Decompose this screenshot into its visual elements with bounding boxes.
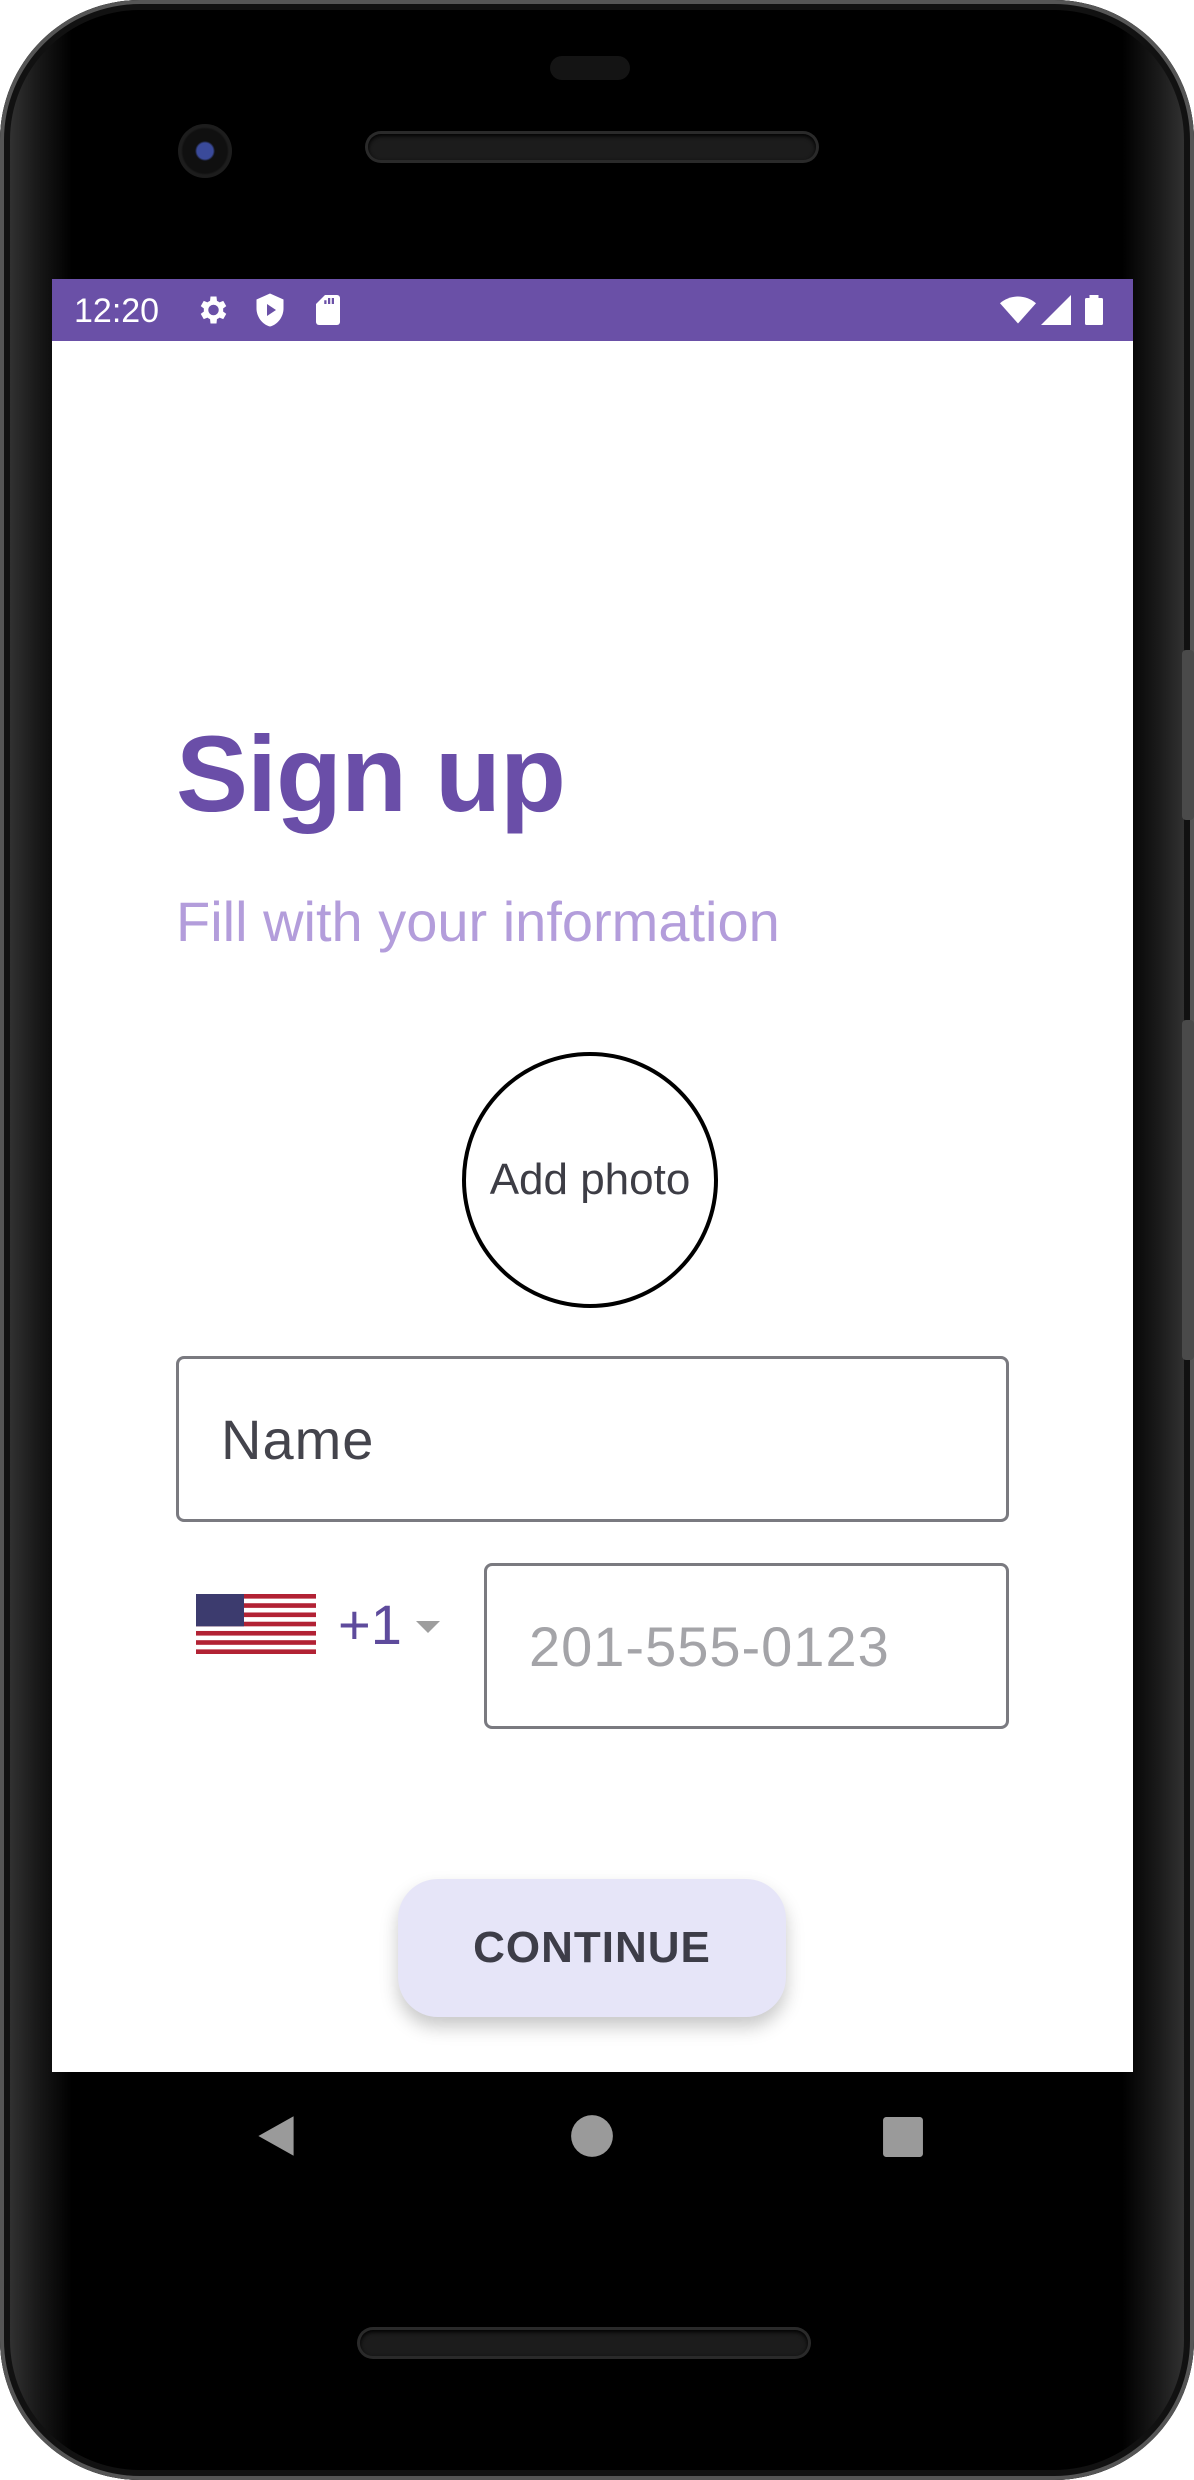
battery-icon (1085, 295, 1103, 325)
add-photo-label: Add photo (489, 1155, 691, 1204)
phone-frame: 12:20 Sign up Fill with your information… (0, 0, 1194, 2480)
phone-number-field[interactable]: 201-555-0123 (484, 1563, 1009, 1729)
gear-icon (200, 296, 227, 324)
name-placeholder: Name (221, 1407, 375, 1471)
top-slot (550, 56, 630, 80)
dropdown-caret-icon (415, 1621, 440, 1633)
country-code-selector[interactable]: +1 (176, 1579, 440, 1669)
home-circle-icon[interactable] (570, 2114, 614, 2158)
wifi-icon (1000, 296, 1036, 324)
screen: 12:20 Sign up Fill with your information… (52, 279, 1133, 2072)
front-camera (178, 124, 232, 178)
name-field[interactable]: Name (176, 1356, 1009, 1522)
phone-placeholder: 201-555-0123 (529, 1614, 890, 1678)
signal-icon (1041, 295, 1071, 325)
recents-square-icon[interactable] (882, 2116, 924, 2158)
back-triangle-icon[interactable] (254, 2114, 298, 2158)
power-button (1182, 650, 1194, 820)
continue-label: CONTINUE (473, 1923, 711, 1972)
sd-card-icon (316, 295, 340, 325)
navigation-bar (52, 2072, 1133, 2202)
status-time: 12:20 (74, 292, 160, 330)
volume-button (1182, 1020, 1194, 1360)
shield-play-icon (256, 293, 284, 327)
earpiece-speaker (368, 134, 816, 160)
status-bar: 12:20 (52, 279, 1133, 341)
add-photo-button[interactable]: Add photo (462, 1052, 718, 1308)
continue-button[interactable]: CONTINUE (398, 1879, 786, 2017)
country-code: +1 (338, 1592, 402, 1656)
page-subtitle: Fill with your information (176, 890, 780, 953)
page-title: Sign up (176, 713, 566, 834)
us-flag-icon (196, 1594, 316, 1654)
bottom-speaker (360, 2330, 808, 2356)
